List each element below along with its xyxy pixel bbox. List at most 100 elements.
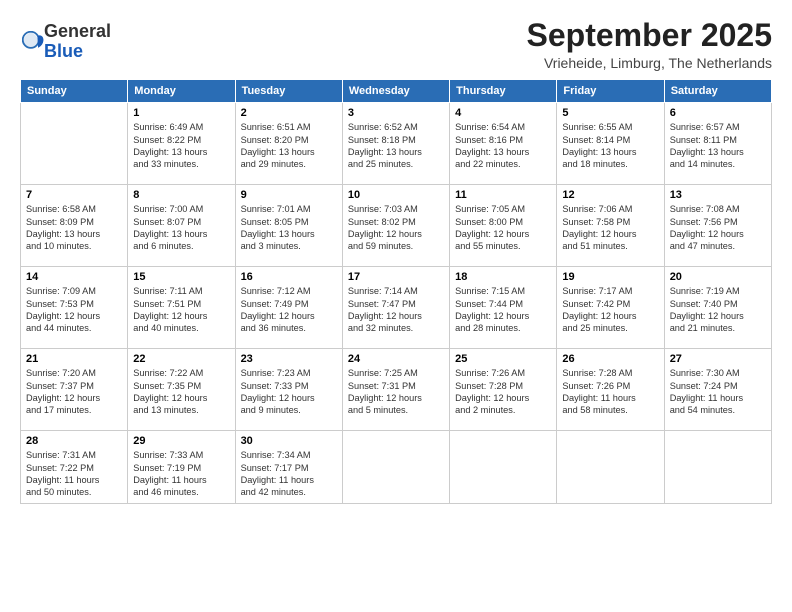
table-row: 13 Sunrise: 7:08 AM Sunset: 7:56 PM Dayli… (664, 185, 771, 267)
table-row: 22 Sunrise: 7:22 AM Sunset: 7:35 PM Dayli… (128, 349, 235, 431)
table-row: 12 Sunrise: 7:06 AM Sunset: 7:58 PM Dayli… (557, 185, 664, 267)
day-number: 5 (562, 107, 658, 119)
col-sunday: Sunday (21, 80, 128, 103)
col-thursday: Thursday (450, 80, 557, 103)
table-row (21, 103, 128, 185)
table-row: 30Sunrise: 7:34 AM Sunset: 7:17 PM Dayli… (235, 431, 342, 504)
day-number: 12 (562, 189, 658, 201)
day-info: Sunrise: 7:06 AM Sunset: 7:58 PM Dayligh… (562, 203, 658, 253)
col-monday: Monday (128, 80, 235, 103)
table-row: 20 Sunrise: 7:19 AM Sunset: 7:40 PM Dayli… (664, 267, 771, 349)
day-info: Sunrise: 7:19 AM Sunset: 7:40 PM Dayligh… (670, 285, 766, 335)
table-row: 15 Sunrise: 7:11 AM Sunset: 7:51 PM Dayli… (128, 267, 235, 349)
day-info: Sunrise: 7:15 AM Sunset: 7:44 PM Dayligh… (455, 285, 551, 335)
day-info: Sunrise: 6:51 AM Sunset: 8:20 PM Dayligh… (241, 121, 337, 171)
day-number: 14 (26, 271, 122, 283)
day-number: 30 (241, 435, 337, 447)
day-info: Sunrise: 7:12 AM Sunset: 7:49 PM Dayligh… (241, 285, 337, 335)
day-info: Sunrise: 7:23 AM Sunset: 7:33 PM Dayligh… (241, 367, 337, 417)
day-number: 10 (348, 189, 444, 201)
table-row: 28 Sunrise: 7:31 AM Sunset: 7:22 PM Dayli… (21, 431, 128, 504)
day-number: 26 (562, 353, 658, 365)
table-row: 27Sunrise: 7:30 AM Sunset: 7:24 PM Dayli… (664, 349, 771, 431)
table-row: 9Sunrise: 7:01 AM Sunset: 8:05 PM Daylig… (235, 185, 342, 267)
day-number: 22 (133, 353, 229, 365)
day-info: Sunrise: 6:49 AM Sunset: 8:22 PM Dayligh… (133, 121, 229, 171)
day-info: Sunrise: 7:09 AM Sunset: 7:53 PM Dayligh… (26, 285, 122, 335)
day-info: Sunrise: 6:52 AM Sunset: 8:18 PM Dayligh… (348, 121, 444, 171)
col-friday: Friday (557, 80, 664, 103)
logo-icon (22, 31, 44, 53)
col-tuesday: Tuesday (235, 80, 342, 103)
table-row: 10Sunrise: 7:03 AM Sunset: 8:02 PM Dayli… (342, 185, 449, 267)
day-number: 13 (670, 189, 766, 201)
table-row: 2 Sunrise: 6:51 AM Sunset: 8:20 PM Daylig… (235, 103, 342, 185)
table-row: 17Sunrise: 7:14 AM Sunset: 7:47 PM Dayli… (342, 267, 449, 349)
day-number: 27 (670, 353, 766, 365)
day-number: 6 (670, 107, 766, 119)
col-saturday: Saturday (664, 80, 771, 103)
table-row: 11Sunrise: 7:05 AM Sunset: 8:00 PM Dayli… (450, 185, 557, 267)
day-number: 21 (26, 353, 122, 365)
day-info: Sunrise: 7:26 AM Sunset: 7:28 PM Dayligh… (455, 367, 551, 417)
calendar-header: Sunday Monday Tuesday Wednesday Thursday… (21, 80, 772, 103)
day-number: 20 (670, 271, 766, 283)
day-info: Sunrise: 7:00 AM Sunset: 8:07 PM Dayligh… (133, 203, 229, 253)
logo: General Blue (20, 22, 111, 62)
table-row: 21Sunrise: 7:20 AM Sunset: 7:37 PM Dayli… (21, 349, 128, 431)
day-info: Sunrise: 6:58 AM Sunset: 8:09 PM Dayligh… (26, 203, 122, 253)
day-info: Sunrise: 7:08 AM Sunset: 7:56 PM Dayligh… (670, 203, 766, 253)
table-row: 24Sunrise: 7:25 AM Sunset: 7:31 PM Dayli… (342, 349, 449, 431)
day-number: 18 (455, 271, 551, 283)
calendar-table: Sunday Monday Tuesday Wednesday Thursday… (20, 79, 772, 504)
day-info: Sunrise: 7:28 AM Sunset: 7:26 PM Dayligh… (562, 367, 658, 417)
day-info: Sunrise: 7:31 AM Sunset: 7:22 PM Dayligh… (26, 449, 122, 499)
day-number: 1 (133, 107, 229, 119)
table-row (342, 431, 449, 504)
day-number: 25 (455, 353, 551, 365)
day-number: 11 (455, 189, 551, 201)
day-info: Sunrise: 7:17 AM Sunset: 7:42 PM Dayligh… (562, 285, 658, 335)
table-row: 18 Sunrise: 7:15 AM Sunset: 7:44 PM Dayli… (450, 267, 557, 349)
calendar-body: 1 Sunrise: 6:49 AM Sunset: 8:22 PM Daylig… (21, 103, 772, 504)
table-row: 19 Sunrise: 7:17 AM Sunset: 7:42 PM Dayli… (557, 267, 664, 349)
logo-blue-text: Blue (44, 41, 83, 61)
day-number: 23 (241, 353, 337, 365)
day-number: 29 (133, 435, 229, 447)
day-number: 24 (348, 353, 444, 365)
location: Vrieheide, Limburg, The Netherlands (527, 55, 772, 71)
table-row: 8Sunrise: 7:00 AM Sunset: 8:07 PM Daylig… (128, 185, 235, 267)
table-row: 25 Sunrise: 7:26 AM Sunset: 7:28 PM Dayli… (450, 349, 557, 431)
day-number: 3 (348, 107, 444, 119)
table-row: 5 Sunrise: 6:55 AM Sunset: 8:14 PM Daylig… (557, 103, 664, 185)
table-row: 6 Sunrise: 6:57 AM Sunset: 8:11 PM Daylig… (664, 103, 771, 185)
calendar-page: General Blue September 2025 Vrieheide, L… (0, 0, 792, 612)
day-info: Sunrise: 7:14 AM Sunset: 7:47 PM Dayligh… (348, 285, 444, 335)
day-number: 16 (241, 271, 337, 283)
table-row: 29 Sunrise: 7:33 AM Sunset: 7:19 PM Dayli… (128, 431, 235, 504)
table-row: 16 Sunrise: 7:12 AM Sunset: 7:49 PM Dayli… (235, 267, 342, 349)
day-info: Sunrise: 6:55 AM Sunset: 8:14 PM Dayligh… (562, 121, 658, 171)
month-title: September 2025 (527, 18, 772, 53)
table-row: 26 Sunrise: 7:28 AM Sunset: 7:26 PM Dayli… (557, 349, 664, 431)
day-number: 19 (562, 271, 658, 283)
table-row (450, 431, 557, 504)
day-info: Sunrise: 7:01 AM Sunset: 8:05 PM Dayligh… (241, 203, 337, 253)
table-row: 3 Sunrise: 6:52 AM Sunset: 8:18 PM Daylig… (342, 103, 449, 185)
table-row (664, 431, 771, 504)
day-number: 15 (133, 271, 229, 283)
day-number: 7 (26, 189, 122, 201)
col-wednesday: Wednesday (342, 80, 449, 103)
day-number: 2 (241, 107, 337, 119)
day-info: Sunrise: 6:57 AM Sunset: 8:11 PM Dayligh… (670, 121, 766, 171)
logo-general-text: General (44, 21, 111, 41)
table-row: 23 Sunrise: 7:23 AM Sunset: 7:33 PM Dayli… (235, 349, 342, 431)
table-row: 4Sunrise: 6:54 AM Sunset: 8:16 PM Daylig… (450, 103, 557, 185)
header: General Blue September 2025 Vrieheide, L… (20, 18, 772, 71)
day-info: Sunrise: 7:33 AM Sunset: 7:19 PM Dayligh… (133, 449, 229, 499)
title-block: September 2025 Vrieheide, Limburg, The N… (527, 18, 772, 71)
day-number: 28 (26, 435, 122, 447)
table-row: 7 Sunrise: 6:58 AM Sunset: 8:09 PM Daylig… (21, 185, 128, 267)
day-info: Sunrise: 7:11 AM Sunset: 7:51 PM Dayligh… (133, 285, 229, 335)
day-info: Sunrise: 7:22 AM Sunset: 7:35 PM Dayligh… (133, 367, 229, 417)
